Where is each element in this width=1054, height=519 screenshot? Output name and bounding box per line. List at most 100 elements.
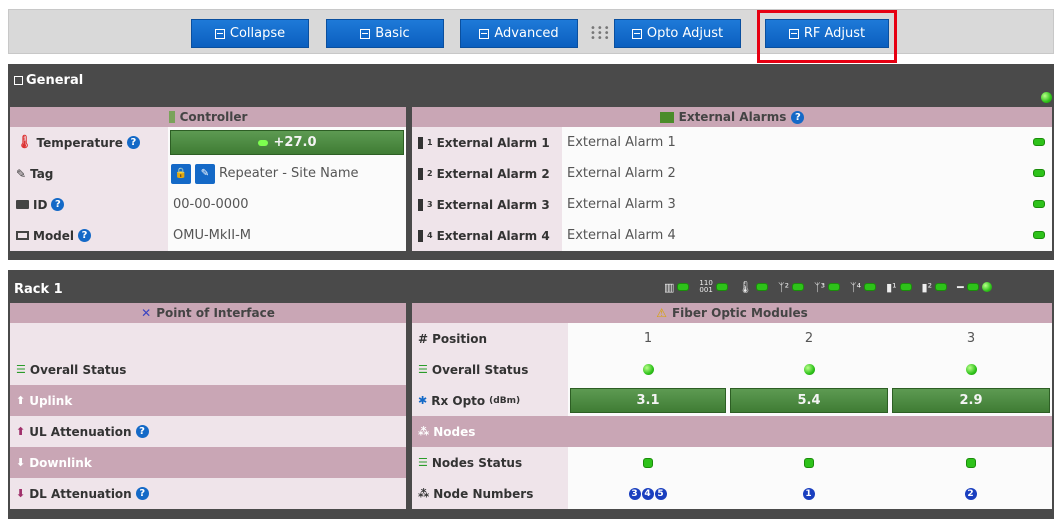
opto-adjust-icon	[631, 28, 642, 39]
power-supply-3-icon: ᛉ³	[814, 280, 826, 294]
external-alarm-row-4: 4 External Alarm 4 External Alarm 4	[412, 220, 1052, 251]
alarm-status-led-icon	[1033, 231, 1045, 239]
toolbar: Collapse Basic Advanced ••• ••• ••• Opto A…	[8, 9, 1054, 63]
lock-icon[interactable]: 🔒	[171, 163, 191, 184]
fom-overall-status-row: ☰ Overall Status	[412, 354, 1052, 385]
help-icon[interactable]: ?	[78, 229, 92, 242]
advanced-button[interactable]: Advanced	[460, 19, 578, 48]
id-label: ID ?	[10, 189, 168, 220]
id-card-icon	[16, 200, 29, 209]
fom-position-label: # Position	[412, 323, 568, 354]
collapse-button[interactable]: Collapse	[191, 19, 309, 48]
advanced-icon	[479, 28, 490, 39]
rack-status-item: ▮²	[922, 281, 947, 294]
temperature-label: 🌡 Temperature ?	[10, 127, 168, 158]
status-led-icon	[715, 283, 728, 291]
alarm-icon	[418, 167, 423, 180]
poi-ul-attenuation-row: ⬆ UL Attenuation ?	[10, 416, 406, 447]
id-row: ID ? 00-00-0000	[10, 189, 406, 220]
poi-uplink-label: ⬆ Uplink	[16, 393, 73, 408]
rack-panel-title[interactable]: Rack 1	[8, 282, 63, 297]
binary-data-icon: 110 001	[699, 279, 713, 294]
node-number-badge[interactable]: 1	[802, 487, 815, 500]
alarm-icon	[418, 198, 423, 211]
fom-nodes-row[interactable]: ⁂ Nodes	[412, 416, 1052, 447]
poi-header: ✕ Point of Interface	[10, 303, 406, 323]
power-supply-4-icon: ᛉ⁴	[850, 280, 862, 294]
link-icon: ━	[957, 280, 964, 294]
help-icon[interactable]: ?	[791, 110, 805, 124]
collapse-square-icon	[14, 76, 23, 85]
help-icon[interactable]: ?	[135, 425, 149, 438]
status-led-icon	[966, 283, 979, 291]
alarm-icon	[418, 136, 423, 149]
model-label: Model ?	[10, 220, 168, 251]
fom-position-3: 3	[966, 331, 976, 346]
fom-position-row: # Position 1 2 3	[412, 323, 1052, 354]
tag-label: ✎ Tag	[10, 158, 168, 189]
external-alarm-row-3: 3 External Alarm 3 External Alarm 3	[412, 189, 1052, 220]
rack-status-item: 🌡	[738, 280, 769, 294]
poi-downlink-row[interactable]: ⬇ Downlink	[10, 447, 406, 478]
poi-overall-status-row: ☰ Overall Status	[10, 354, 406, 385]
status-led-icon	[935, 283, 947, 291]
rack-module-icon: ▥	[664, 280, 675, 294]
node-number-badge[interactable]: 5	[654, 487, 667, 500]
pencil-icon: ✎	[16, 166, 27, 181]
help-icon[interactable]: ?	[135, 487, 149, 500]
rack-status-strip: ▥ 110 001 🌡 ᛉ² ᛉ³ ᛉ⁴ ▮¹ ▮² ━	[664, 280, 992, 294]
alarm-status-led-icon	[1033, 138, 1045, 146]
edit-icon[interactable]: ✎	[195, 163, 215, 184]
rx-opto-value: 2.9	[892, 388, 1050, 413]
rack-status-item: ᛉ³	[814, 280, 841, 294]
rack-status-led-icon	[981, 282, 992, 292]
down-arrow-icon: ⬇	[16, 487, 26, 500]
temperature-led-icon	[257, 139, 268, 146]
power-supply-2-icon: ᛉ²	[778, 280, 790, 294]
help-icon[interactable]: ?	[126, 136, 140, 149]
alarm-panel-icon	[659, 111, 674, 123]
poi-dl-attenuation-label: ⬇ DL Attenuation ?	[10, 487, 149, 501]
node-number-badge[interactable]: 3	[628, 487, 641, 500]
poi-uplink-row[interactable]: ⬆ Uplink	[10, 385, 406, 416]
fom-node-numbers-label: ⁂ Node Numbers	[412, 478, 568, 509]
node-number-badge[interactable]: 2	[964, 487, 977, 500]
fom-header: ⚠ Fiber Optic Modules	[412, 303, 1052, 323]
highlight-box	[757, 10, 897, 63]
thermometer-icon: 🌡	[16, 135, 33, 150]
external-alarm-label: 2 External Alarm 2	[412, 158, 562, 189]
temperature-row: 🌡 Temperature ? +27.0	[10, 127, 406, 158]
up-arrow-icon: ⬆	[16, 425, 26, 438]
external-alarm-label: 1 External Alarm 1	[412, 127, 562, 158]
alarm-input-2-icon: ▮²	[921, 280, 932, 294]
hash-icon: #	[418, 331, 429, 346]
down-arrow-icon: ⬇	[16, 456, 26, 469]
status-led-icon	[828, 283, 841, 291]
status-list-icon: ☰	[16, 363, 26, 376]
rx-opto-value: 3.1	[570, 388, 726, 413]
fom-nodes-status-row: ☰ Nodes Status	[412, 447, 1052, 478]
rack-status-item: ▮¹	[886, 281, 912, 294]
basic-icon	[360, 28, 371, 39]
network-icon: ⁂	[418, 487, 430, 500]
general-panel-title[interactable]: General	[8, 73, 83, 88]
help-icon[interactable]: ?	[51, 198, 65, 211]
alarm-status-led-icon	[1033, 169, 1045, 177]
fom-nodes-label: ⁂ Nodes	[418, 424, 476, 439]
node-status-led-icon	[804, 457, 814, 468]
basic-button[interactable]: Basic	[326, 19, 444, 48]
fom-overall-status-label: ☰ Overall Status	[412, 354, 568, 385]
status-led-icon	[792, 283, 805, 291]
general-status-led-icon	[1041, 92, 1052, 103]
fom-nodes-status-label: ☰ Nodes Status	[412, 447, 568, 478]
poi-position-spacer	[10, 323, 406, 354]
node-number-badge[interactable]: 4	[641, 487, 654, 500]
status-led-icon	[899, 283, 912, 291]
network-icon: ⁂	[418, 425, 430, 438]
rack-status-item: ᛉ⁴	[850, 280, 877, 294]
opto-adjust-button[interactable]: Opto Adjust	[614, 19, 741, 48]
status-list-icon: ☰	[418, 363, 428, 376]
external-alarm-row-1: 1 External Alarm 1 External Alarm 1	[412, 127, 1052, 158]
poi-downlink-label: ⬇ Downlink	[16, 455, 92, 470]
rx-opto-value: 5.4	[730, 388, 888, 413]
